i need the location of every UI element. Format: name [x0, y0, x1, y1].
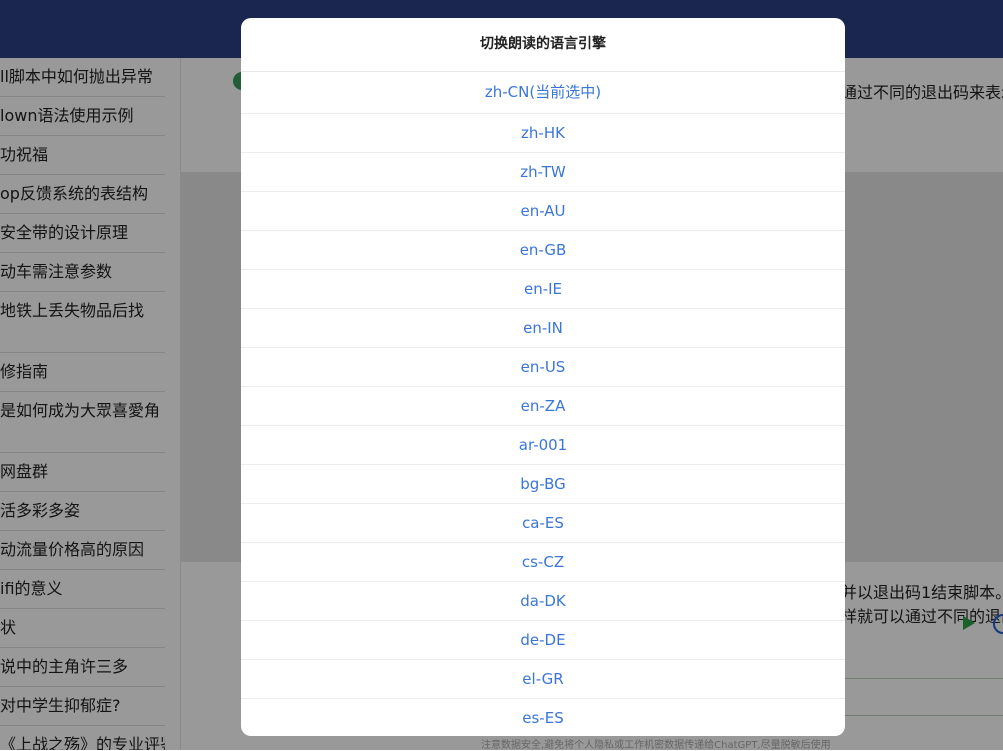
language-option-zh-hk[interactable]: zh-HK [241, 114, 845, 153]
language-option-en-za[interactable]: en-ZA [241, 387, 845, 426]
language-option-en-in[interactable]: en-IN [241, 309, 845, 348]
language-option-de-de[interactable]: de-DE [241, 621, 845, 660]
language-option-en-ie[interactable]: en-IE [241, 270, 845, 309]
language-option-en-us[interactable]: en-US [241, 348, 845, 387]
language-list: zh-CN(当前选中) zh-HK zh-TW en-AU en-GB en-I… [241, 72, 845, 736]
dialog-title: 切换朗读的语言引擎 [241, 18, 845, 72]
language-option-ar-001[interactable]: ar-001 [241, 426, 845, 465]
language-option-cs-cz[interactable]: cs-CZ [241, 543, 845, 582]
language-option-da-dk[interactable]: da-DK [241, 582, 845, 621]
language-option-en-gb[interactable]: en-GB [241, 231, 845, 270]
language-engine-dialog: 切换朗读的语言引擎 zh-CN(当前选中) zh-HK zh-TW en-AU … [241, 18, 845, 736]
language-option-el-gr[interactable]: el-GR [241, 660, 845, 699]
language-option-es-es[interactable]: es-ES [241, 699, 845, 736]
language-option-bg-bg[interactable]: bg-BG [241, 465, 845, 504]
language-option-zh-tw[interactable]: zh-TW [241, 153, 845, 192]
language-option-zh-cn[interactable]: zh-CN(当前选中) [241, 72, 845, 114]
language-option-en-au[interactable]: en-AU [241, 192, 845, 231]
language-option-ca-es[interactable]: ca-ES [241, 504, 845, 543]
